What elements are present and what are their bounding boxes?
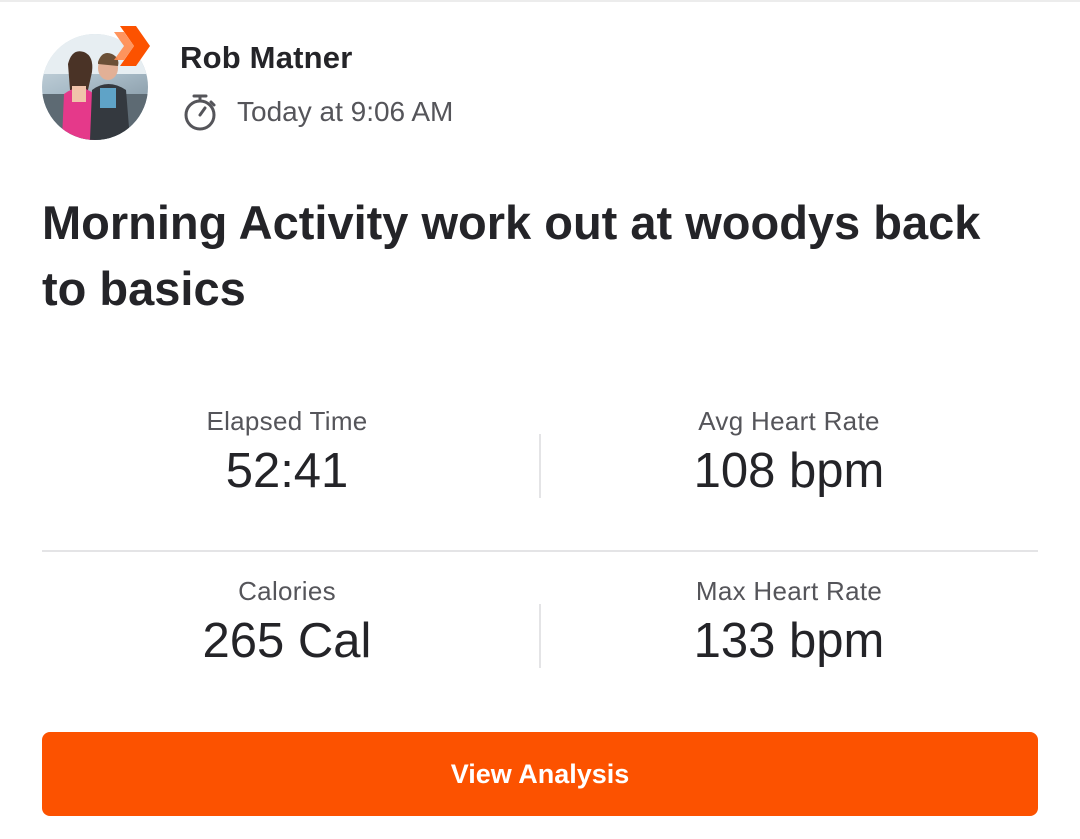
stat-label: Max Heart Rate xyxy=(695,576,883,606)
stats-row-divider xyxy=(42,550,1038,552)
stat-elapsed-time: Elapsed Time 52:41 xyxy=(38,406,536,499)
stat-value: 265 Cal xyxy=(202,614,372,668)
athlete-name[interactable]: Rob Matner xyxy=(180,40,353,76)
stat-value: 52:41 xyxy=(225,444,349,498)
view-analysis-button[interactable]: View Analysis xyxy=(42,732,1038,816)
activity-timestamp: Today at 9:06 AM xyxy=(237,96,454,127)
stat-value: 133 bpm xyxy=(693,614,885,668)
stat-label: Elapsed Time xyxy=(206,406,368,436)
stat-label: Avg Heart Rate xyxy=(698,406,880,436)
stopwatch-icon xyxy=(184,94,216,131)
activity-title[interactable]: Morning Activity work out at woodys back… xyxy=(42,190,1032,322)
stat-calories: Calories 265 Cal xyxy=(38,576,536,669)
stat-avg-heart-rate: Avg Heart Rate 108 bpm xyxy=(540,406,1038,499)
stat-label: Calories xyxy=(238,576,336,606)
stat-max-heart-rate: Max Heart Rate 133 bpm xyxy=(540,576,1038,669)
subscriber-badge-icon xyxy=(114,26,150,66)
stat-value: 108 bpm xyxy=(693,444,885,498)
top-divider xyxy=(0,0,1080,2)
